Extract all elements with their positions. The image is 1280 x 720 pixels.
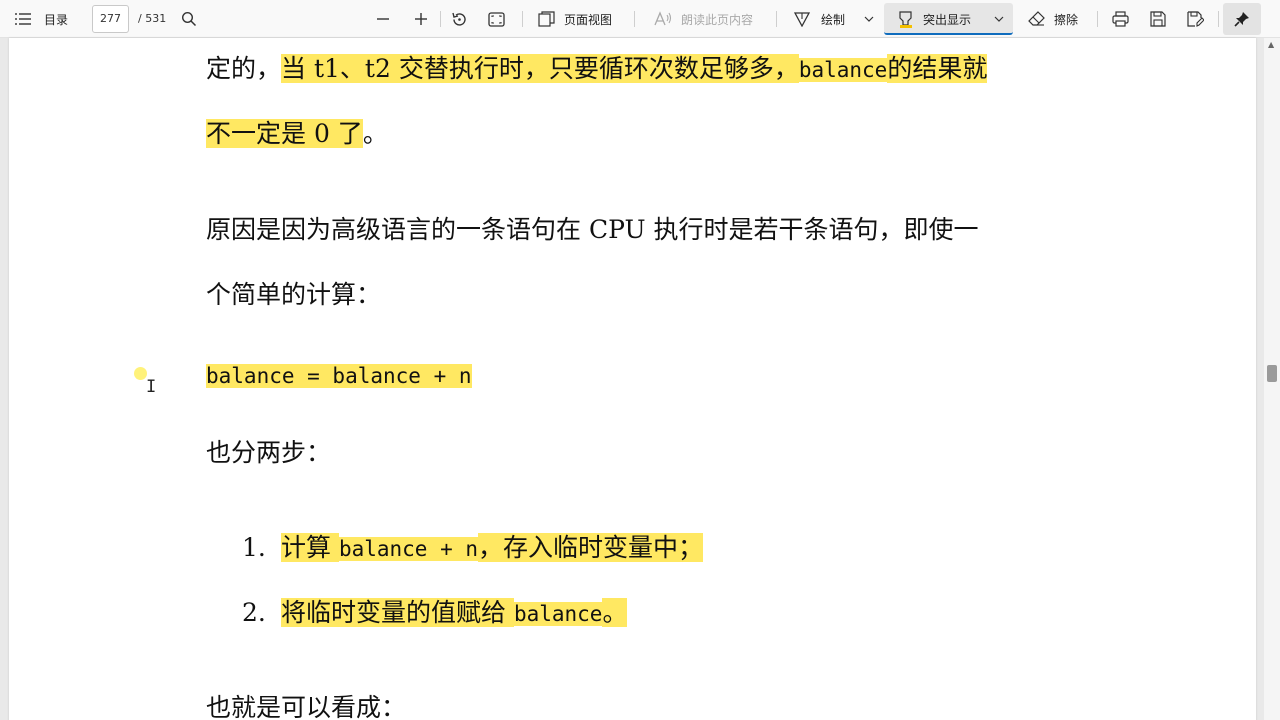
read-aloud-icon bbox=[654, 11, 672, 27]
document-viewport[interactable]: 定的，当 t1、t2 交替执行时，只要循环次数足够多，balance的结果就 不… bbox=[0, 38, 1280, 720]
highlighted-code[interactable]: balance = balance + n bbox=[206, 364, 472, 388]
highlighted-text[interactable]: 将临时变量的值赋给 bbox=[281, 598, 514, 627]
highlight-label: 突出显示 bbox=[923, 12, 972, 27]
text-line: 也分两步： bbox=[206, 438, 332, 467]
menu-icon bbox=[14, 12, 32, 26]
contents-label: 目录 bbox=[44, 12, 69, 27]
list-item: 计算 balance + n，存入临时变量中； bbox=[281, 531, 704, 566]
list-number: 1. bbox=[242, 533, 266, 562]
inline-code[interactable]: balance bbox=[798, 58, 888, 82]
page-number-input[interactable]: 277 bbox=[92, 5, 129, 33]
print-button[interactable] bbox=[1112, 4, 1129, 34]
ibeam-cursor-icon: I bbox=[146, 377, 157, 397]
pin-icon bbox=[1234, 11, 1250, 27]
highlighted-text[interactable]: 计算 bbox=[281, 533, 339, 562]
text-line: 原因是因为高级语言的一条语句在 CPU 执行时是若干条语句，即使一 bbox=[206, 215, 979, 244]
highlight-dropdown[interactable] bbox=[994, 4, 1004, 34]
zoom-in-button[interactable] bbox=[413, 4, 429, 34]
draw-icon bbox=[794, 11, 810, 27]
zoom-out-icon bbox=[375, 11, 391, 27]
page-view-button[interactable]: 页面视图 bbox=[538, 4, 612, 34]
save-icon bbox=[1150, 11, 1166, 27]
print-icon bbox=[1112, 11, 1129, 27]
code-line: balance = balance + n bbox=[206, 359, 472, 393]
save-as-button[interactable] bbox=[1187, 4, 1204, 34]
chevron-down-icon bbox=[994, 15, 1004, 23]
text-segment: 定的， bbox=[206, 54, 282, 83]
zoom-in-icon bbox=[413, 11, 429, 27]
inline-code[interactable]: balance bbox=[513, 602, 603, 626]
pdf-page: 定的，当 t1、t2 交替执行时，只要循环次数足够多，balance的结果就 不… bbox=[9, 38, 1256, 720]
separator bbox=[776, 11, 777, 27]
vertical-scrollbar[interactable]: ▲ bbox=[1264, 38, 1280, 720]
text-line: 也就是可以看成： bbox=[206, 693, 407, 720]
page-view-icon bbox=[538, 11, 555, 27]
fit-page-button[interactable] bbox=[488, 4, 505, 34]
list-number: 2. bbox=[242, 598, 266, 627]
draw-button[interactable]: 绘制 bbox=[794, 4, 845, 34]
eraser-icon bbox=[1028, 11, 1045, 27]
save-button[interactable] bbox=[1150, 4, 1166, 34]
separator bbox=[440, 11, 441, 27]
chevron-down-icon bbox=[864, 15, 874, 23]
highlighted-text[interactable]: ，存入临时变量中； bbox=[478, 533, 704, 562]
highlight-button[interactable]: 突出显示 bbox=[898, 4, 971, 34]
fit-page-icon bbox=[488, 11, 505, 27]
search-icon bbox=[181, 11, 197, 27]
read-aloud-label: 朗读此页内容 bbox=[681, 12, 754, 27]
separator bbox=[1218, 11, 1219, 27]
search-button[interactable] bbox=[181, 4, 197, 34]
inline-code[interactable]: balance + n bbox=[338, 537, 479, 561]
pin-button[interactable] bbox=[1234, 4, 1250, 34]
rotate-icon bbox=[451, 11, 468, 28]
separator bbox=[634, 11, 635, 27]
text-line: 不一定是 0 了。 bbox=[206, 117, 388, 151]
page-total: / 531 bbox=[138, 12, 167, 25]
scroll-up-arrow-icon[interactable]: ▲ bbox=[1268, 40, 1274, 49]
scroll-thumb[interactable] bbox=[1267, 365, 1277, 382]
list-item: 将临时变量的值赋给 balance。 bbox=[281, 596, 628, 631]
highlighted-text[interactable]: 当 t1、t2 交替执行时，只要循环次数足够多， bbox=[281, 54, 799, 83]
erase-label: 擦除 bbox=[1054, 12, 1079, 27]
zoom-out-button[interactable] bbox=[375, 4, 391, 34]
erase-button[interactable]: 擦除 bbox=[1028, 4, 1078, 34]
save-as-icon bbox=[1187, 11, 1204, 27]
highlighted-text[interactable]: 不一定是 0 了 bbox=[206, 119, 363, 148]
text-line: 定的，当 t1、t2 交替执行时，只要循环次数足够多，balance的结果就 bbox=[206, 52, 988, 87]
read-aloud-button[interactable]: 朗读此页内容 bbox=[654, 4, 753, 34]
page-view-label: 页面视图 bbox=[564, 12, 613, 27]
highlighted-text[interactable]: 的结果就 bbox=[887, 54, 988, 83]
separator bbox=[522, 11, 523, 27]
separator bbox=[1097, 11, 1098, 27]
draw-dropdown[interactable] bbox=[864, 4, 874, 34]
contents-button[interactable]: 目录 bbox=[14, 4, 68, 34]
rotate-button[interactable] bbox=[451, 4, 468, 34]
draw-label: 绘制 bbox=[821, 12, 846, 27]
highlight-icon bbox=[898, 10, 914, 28]
text-segment: 。 bbox=[362, 119, 388, 148]
text-line: 个简单的计算： bbox=[206, 280, 382, 309]
highlighted-text[interactable]: 。 bbox=[602, 598, 628, 627]
toolbar: 目录 277 / 531 页面视图 朗读此页内容 绘制 突出显示 擦除 bbox=[0, 0, 1280, 38]
